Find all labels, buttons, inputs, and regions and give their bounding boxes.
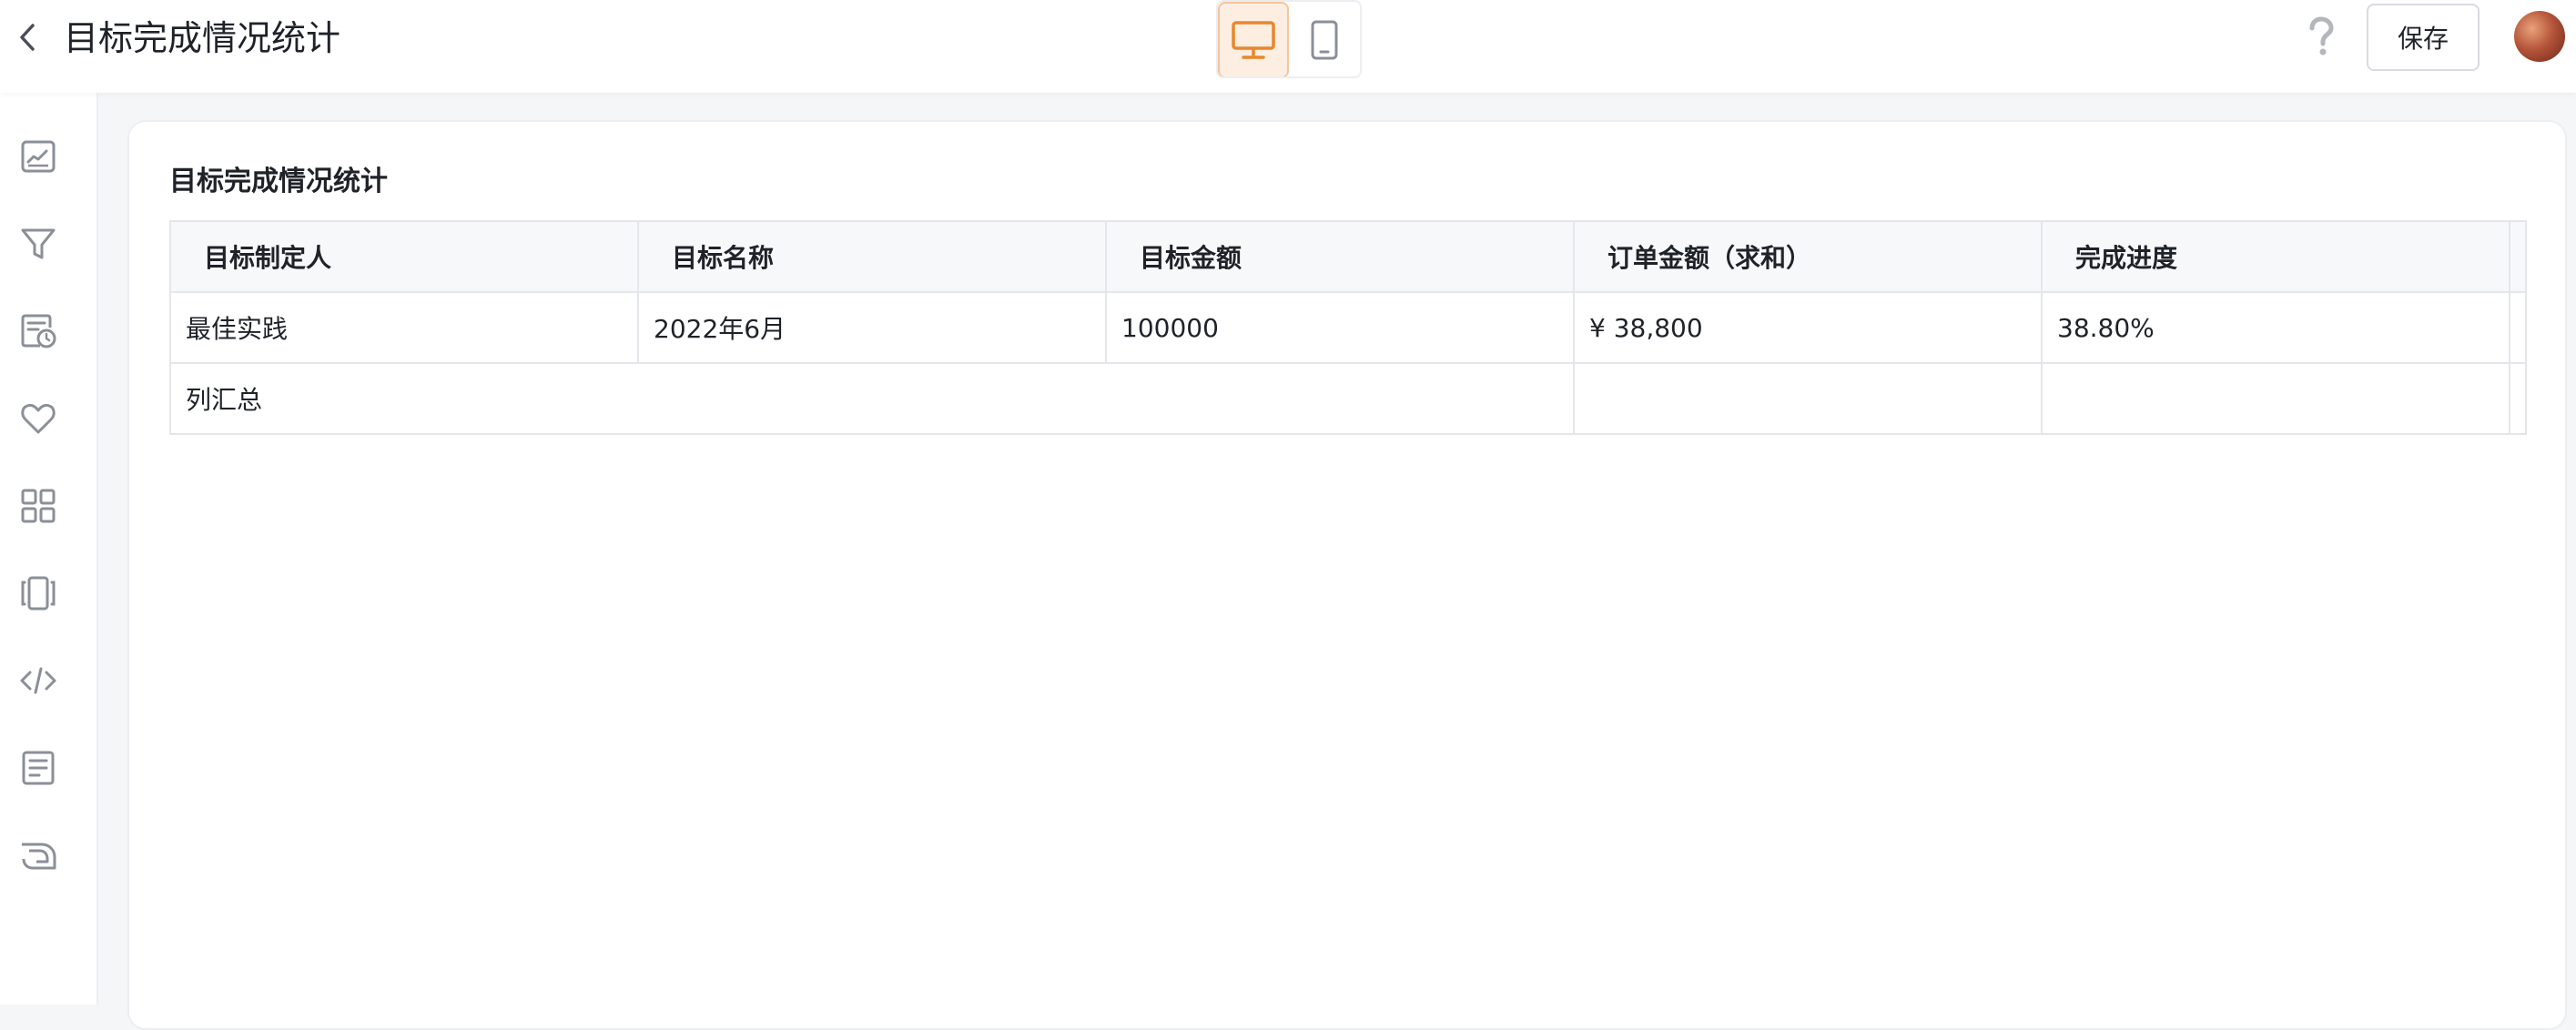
- table-scroll-gutter: [2509, 220, 2527, 293]
- scheduled-report-icon: [21, 314, 56, 348]
- sidebar-item-carousel[interactable]: [13, 568, 64, 619]
- desktop-view-button[interactable]: [1218, 2, 1290, 76]
- help-button[interactable]: [2303, 13, 2339, 60]
- chevron-left-icon: [20, 24, 35, 51]
- column-header-order-amount[interactable]: 订单金额（求和）: [1573, 220, 2043, 293]
- cell-progress: 38.80%: [2041, 291, 2510, 364]
- table-scroll-gutter: [2509, 362, 2527, 435]
- carousel-icon: [21, 576, 56, 611]
- desktop-monitor-icon: [1232, 21, 1275, 59]
- question-icon: [2309, 16, 2334, 56]
- grid-apps-icon: [21, 489, 56, 523]
- cell-owner: 最佳实践: [169, 291, 639, 364]
- column-header-progress[interactable]: 完成进度: [2041, 220, 2510, 293]
- summary-label: 列汇总: [169, 362, 1575, 435]
- cell-name: 2022年6月: [637, 291, 1107, 364]
- page-title: 目标完成情况统计: [64, 18, 341, 58]
- tablet-view-button[interactable]: [1289, 2, 1360, 76]
- sidebar: [0, 93, 98, 1005]
- filter-icon: [21, 228, 56, 259]
- sidebar-item-components[interactable]: [13, 480, 64, 531]
- column-header-name[interactable]: 目标名称: [637, 220, 1107, 293]
- save-button[interactable]: 保存: [2367, 4, 2480, 71]
- table-row[interactable]: 最佳实践 2022年6月 100000 ¥ 38,800 38.80%: [169, 291, 2527, 364]
- column-header-owner[interactable]: 目标制定人: [169, 220, 639, 293]
- top-bar: 目标完成情况统计 保存: [0, 0, 2576, 93]
- sidebar-item-scheduled-report[interactable]: [13, 306, 64, 357]
- cell-target-amount: 100000: [1105, 291, 1575, 364]
- summary-order-amount: [1573, 362, 2043, 435]
- sidebar-item-favorite[interactable]: [13, 393, 64, 444]
- heart-icon: [21, 403, 56, 434]
- code-icon: [20, 667, 56, 694]
- document-icon: [22, 751, 55, 785]
- column-header-target-amount[interactable]: 目标金额: [1105, 220, 1575, 293]
- back-button[interactable]: [9, 14, 46, 61]
- table-scroll-gutter: [2509, 291, 2527, 364]
- summary-row: 列汇总: [169, 362, 2527, 435]
- data-table: 目标制定人 目标名称 目标金额 订单金额（求和） 完成进度 最佳实践 2022年…: [169, 220, 2527, 435]
- card-title: 目标完成情况统计: [169, 166, 388, 197]
- report-card: 目标完成情况统计 目标制定人 目标名称 目标金额 订单金额（求和） 完成进度 最…: [127, 120, 2567, 1030]
- device-toggle: [1216, 0, 1362, 78]
- table-header-row: 目标制定人 目标名称 目标金额 订单金额（求和） 完成进度: [169, 220, 2527, 293]
- avatar[interactable]: [2514, 11, 2565, 62]
- summary-progress: [2041, 362, 2510, 435]
- sidebar-item-chart[interactable]: [13, 131, 64, 182]
- cell-order-amount: ¥ 38,800: [1573, 291, 2043, 364]
- custom-shape-icon: [22, 843, 56, 870]
- sidebar-item-code[interactable]: [13, 655, 64, 706]
- line-chart-icon: [21, 140, 56, 173]
- sidebar-item-filter[interactable]: [13, 218, 64, 269]
- sidebar-item-document[interactable]: [13, 742, 64, 793]
- tablet-icon: [1311, 20, 1338, 60]
- sidebar-item-custom[interactable]: [13, 830, 64, 881]
